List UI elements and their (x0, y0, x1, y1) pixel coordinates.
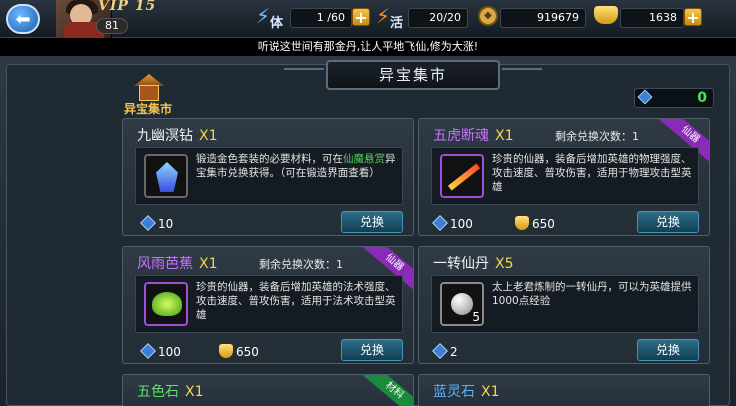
currency-value: 0 (697, 90, 707, 106)
gold-cost: 650 (515, 216, 555, 232)
item-quantity: X1 (495, 128, 514, 144)
market-label: 异宝集市 (124, 102, 173, 116)
exchange-button[interactable]: 兑换 (637, 211, 699, 233)
gold-ingot-icon (515, 216, 529, 230)
gem-icon (432, 215, 448, 231)
remaining-exchanges: 剩余兑换次数：1 (555, 130, 639, 143)
item-card: 一转仙丹 X5 5 太上老君炼制的一转仙丹，可以为英雄提供1000点经验 2 兑换 (418, 246, 710, 364)
item-name: 蓝灵石 (433, 384, 475, 400)
coin-value: 919679 (500, 8, 586, 28)
item-name: 风雨芭蕉 (137, 256, 193, 272)
fan-icon[interactable] (144, 282, 188, 326)
gem-cost: 10 (140, 215, 173, 232)
stamina-value: 1 /60 (290, 8, 352, 28)
item-quantity: X1 (481, 384, 500, 400)
ribbon-badge: 材料 (360, 375, 413, 406)
item-card: 九幽溟钻 X1 锻造金色套装的必要材料，可在仙魔悬赏异宝集市兑换获得。（可在锻造界… (122, 118, 414, 236)
item-quantity: X1 (199, 128, 218, 144)
pagoda-icon (134, 74, 164, 102)
gold-cost: 650 (219, 344, 259, 360)
item-name: 一转仙丹 (433, 256, 489, 272)
vitality-value: 20/20 (408, 8, 468, 28)
gold-ingot-icon (219, 344, 233, 358)
item-quantity: X5 (495, 256, 514, 272)
item-quantity: X1 (185, 384, 204, 400)
stamina-label: 体 (270, 16, 284, 31)
arrow-left-icon: ⬅ (15, 8, 31, 30)
gem-cost: 2 (432, 343, 458, 360)
ingot-value: 1638 (620, 8, 684, 28)
coin-icon: ◆ (478, 6, 498, 26)
item-count: 5 (472, 310, 480, 324)
exchange-button[interactable]: 兑换 (637, 339, 699, 361)
crystal-icon[interactable] (144, 154, 188, 198)
level-badge: 81 (96, 18, 128, 34)
gem-icon (637, 89, 653, 105)
top-bar: ⬅ VIP 15 81 ⚡ 体 1 /60 + ⚡ 活 20/20 ◆ 9196… (0, 0, 736, 38)
item-description: 锻造金色套装的必要材料，可在仙魔悬赏异宝集市兑换获得。（可在锻造界面查看） (196, 153, 396, 179)
vip-label: VIP 15 (98, 0, 157, 14)
item-name: 五虎断魂 (433, 128, 489, 144)
item-card: 材料 五色石 X1 (122, 374, 414, 406)
gem-cost: 100 (140, 343, 181, 360)
item-description: 珍贵的仙器，装备后增加英雄的物理强度、攻击速度、普攻伤害，适用于物理攻击型英雄 (492, 153, 692, 193)
gem-icon (140, 215, 156, 231)
market-panel: 异宝集市 异宝集市 0 九幽溟钻 X1 锻造金色套装的必要材料，可在仙魔悬赏异宝集… (0, 56, 736, 406)
back-button[interactable]: ⬅ (6, 4, 40, 34)
flame-icon: ⚡ (376, 4, 391, 28)
notice-banner: 听说这世间有那金丹,让人平地飞仙,修为大涨! (0, 38, 736, 56)
item-card: 蓝灵石 X1 (418, 374, 710, 406)
dagger-icon[interactable] (440, 154, 484, 198)
vitality-label: 活 (390, 16, 404, 31)
exchange-button[interactable]: 兑换 (341, 211, 403, 233)
item-name: 九幽溟钻 (137, 128, 193, 144)
gold-ingot-icon (594, 6, 618, 24)
ingot-plus-button[interactable]: + (684, 8, 702, 26)
currency-box: 0 (634, 88, 714, 108)
gem-icon (432, 343, 448, 359)
item-name: 五色石 (137, 384, 179, 400)
stamina-plus-button[interactable]: + (352, 8, 370, 26)
gem-cost: 100 (432, 215, 473, 232)
item-description: 珍贵的仙器，装备后增加英雄的法术强度、攻击速度、普攻伤害，适用于法术攻击型英雄 (196, 281, 396, 321)
exchange-button[interactable]: 兑换 (341, 339, 403, 361)
item-quantity: X1 (199, 256, 218, 272)
item-description: 太上老君炼制的一转仙丹，可以为英雄提供1000点经验 (492, 281, 692, 307)
gem-icon (140, 343, 156, 359)
lightning-icon: ⚡ (256, 4, 271, 28)
panel-title: 异宝集市 (326, 60, 500, 90)
pill-icon[interactable]: 5 (440, 282, 484, 326)
item-card: 仙器 五虎断魂 X1 剩余兑换次数：1 珍贵的仙器，装备后增加英雄的物理强度、攻击… (418, 118, 710, 236)
remaining-exchanges: 剩余兑换次数：1 (259, 258, 343, 271)
item-card: 仙器 风雨芭蕉 X1 剩余兑换次数：1 珍贵的仙器，装备后增加英雄的法术强度、攻击… (122, 246, 414, 364)
